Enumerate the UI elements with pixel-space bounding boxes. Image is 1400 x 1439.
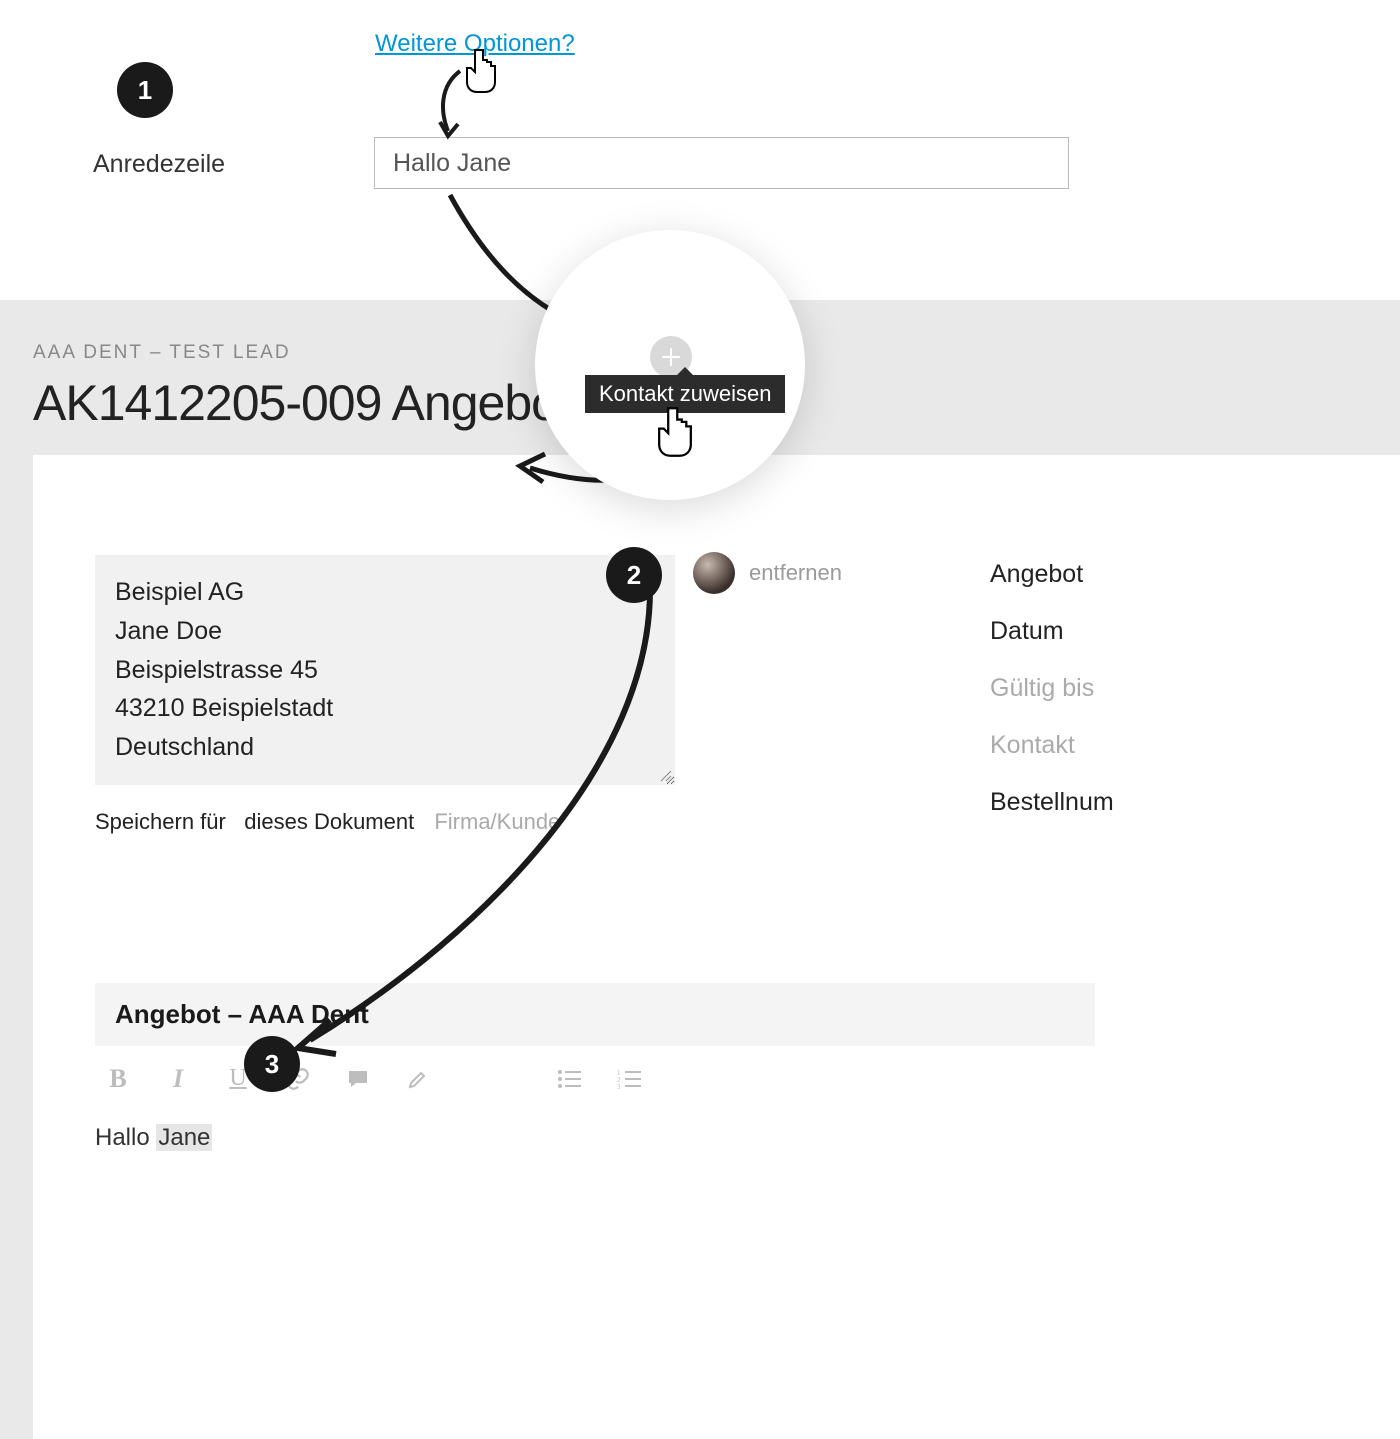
salutation-label: Anredezeile — [93, 150, 225, 179]
editor-greeting-text: Hallo — [95, 1124, 156, 1151]
subject-field[interactable]: Angebot – AAA Dent — [95, 983, 1095, 1046]
address-line: 43210 Beispielstadt — [115, 689, 655, 728]
meta-offer-label: Angebot — [990, 560, 1114, 589]
comment-icon[interactable] — [343, 1064, 373, 1094]
numbered-list-icon[interactable]: 123 — [615, 1064, 645, 1094]
editor-greeting-name: Jane — [156, 1124, 212, 1151]
pointer-cursor-icon — [462, 48, 500, 99]
address-line: Jane Doe — [115, 612, 655, 651]
meta-contact-label: Kontakt — [990, 731, 1114, 760]
save-for-row: Speichern für dieses Dokument Firma/Kund… — [95, 809, 1400, 835]
meta-order-label: Bestellnum — [990, 788, 1114, 817]
address-line: Beispielstrasse 45 — [115, 651, 655, 690]
assigned-contact: entfernen — [693, 552, 842, 594]
avatar[interactable] — [693, 552, 735, 594]
bullet-list-icon[interactable] — [555, 1064, 585, 1094]
address-line: Deutschland — [115, 728, 655, 767]
meta-valid-until-label: Gültig bis — [990, 674, 1114, 703]
step-badge-3: 3 — [244, 1036, 300, 1092]
address-line: Beispiel AG — [115, 573, 655, 612]
pointer-cursor-icon — [653, 406, 697, 463]
step-badge-2: 2 — [606, 547, 662, 603]
document-meta: Angebot Datum Gültig bis Kontakt Bestell… — [990, 560, 1114, 817]
plus-icon — [662, 348, 680, 366]
document-card: Beispiel AG Jane Doe Beispielstrasse 45 … — [33, 455, 1400, 1439]
bold-icon[interactable]: B — [103, 1064, 133, 1094]
italic-icon[interactable]: I — [163, 1064, 193, 1094]
svg-text:3: 3 — [617, 1083, 621, 1090]
highlight-icon[interactable] — [403, 1064, 433, 1094]
remove-contact-link[interactable]: entfernen — [749, 560, 842, 586]
meta-date-label: Datum — [990, 617, 1114, 646]
salutation-input[interactable] — [374, 137, 1069, 189]
resize-handle-icon[interactable] — [660, 770, 672, 782]
editor-body[interactable]: Hallo Jane — [95, 1124, 1400, 1152]
step-badge-1: 1 — [117, 62, 173, 118]
address-textarea[interactable]: Beispiel AG Jane Doe Beispielstrasse 45 … — [95, 555, 675, 785]
save-for-company[interactable]: Firma/Kunde — [434, 809, 560, 834]
save-for-this-document[interactable]: dieses Dokument — [244, 809, 414, 834]
save-for-label: Speichern für — [95, 809, 226, 834]
